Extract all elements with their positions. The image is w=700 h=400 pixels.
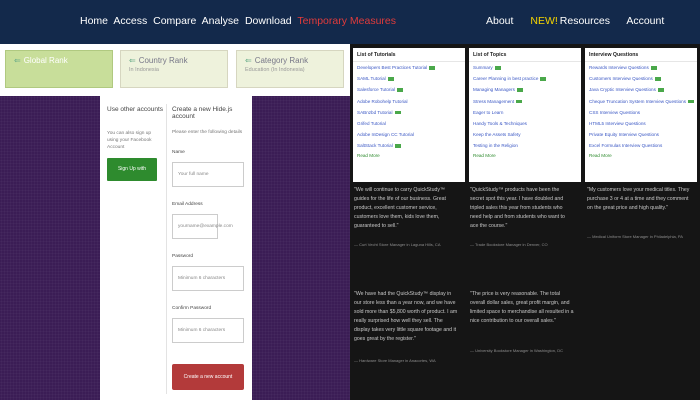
top-nav-bar: Home Access Compare Analyse Download Tem… bbox=[0, 0, 700, 44]
testimonial-quote: "QuickStudy™ products have been the secr… bbox=[470, 187, 565, 229]
testimonial-quote: "We will continue to carry QuickStudy™ g… bbox=[354, 187, 446, 229]
list-item[interactable]: Customers Interview Questions bbox=[585, 73, 697, 84]
new-badge-icon bbox=[397, 88, 404, 92]
name-label: Name bbox=[172, 150, 185, 155]
list-item[interactable]: Java Cryptic Interview Questions bbox=[585, 84, 697, 95]
list-title: Interview Questions bbox=[585, 48, 697, 62]
new-badge-icon bbox=[657, 88, 664, 92]
rank-subtitle: Education (In Indonesia) bbox=[245, 67, 305, 73]
list-item[interactable]: Summary bbox=[469, 62, 581, 73]
new-badge-icon bbox=[516, 99, 523, 104]
new-badge: NEW! bbox=[530, 15, 558, 27]
new-badge-icon bbox=[394, 144, 401, 148]
list-item[interactable]: Testing in the Religion bbox=[469, 140, 581, 151]
list-item[interactable]: Private Equity Interview Questions bbox=[585, 129, 697, 140]
list-item[interactable]: SAML Tutorial bbox=[353, 73, 465, 84]
arrow-icon: ⇐ bbox=[245, 56, 252, 65]
nav-account-link[interactable]: Account bbox=[626, 15, 664, 27]
list-item[interactable]: Adobe Robohelp Tutorial bbox=[353, 96, 465, 107]
password-field[interactable]: Minimum 6 characters bbox=[172, 266, 244, 291]
new-badge-icon bbox=[650, 66, 657, 70]
confirm-password-label: Confirm Password bbox=[172, 306, 212, 311]
list-item[interactable]: Stress Management bbox=[469, 96, 581, 107]
nav-temporary-measures-link[interactable]: Temporary Measures bbox=[297, 15, 396, 27]
testimonial-attribution: — Trade Bookstore Manager in Denver, CO bbox=[470, 242, 548, 247]
list-item[interactable]: Rewards Interview Questions bbox=[585, 62, 697, 73]
list-item[interactable]: SABnzbd Tutorial bbox=[353, 107, 465, 118]
create-account-description: Please enter the following details bbox=[172, 130, 243, 135]
rank-subtitle: In Indonesia bbox=[129, 67, 159, 73]
category-rank-tab[interactable]: ⇐ Category Rank Education (In Indonesia) bbox=[236, 50, 344, 88]
topics-list: List of Topics Summary Career Planning i… bbox=[469, 48, 581, 182]
tutorials-list: List of Tutorials Developers Best Practi… bbox=[353, 48, 465, 182]
testimonial-attribution: — Curt Vecht Store Manager in Laguna Hil… bbox=[354, 242, 441, 247]
other-accounts-heading: Use other accounts bbox=[107, 106, 164, 113]
list-item[interactable]: Grifed Tutorial bbox=[353, 118, 465, 129]
nav-access-link[interactable]: Access bbox=[113, 15, 147, 27]
list-item[interactable]: Career Planning in best practice bbox=[469, 73, 581, 84]
email-field[interactable]: yourname@example.com bbox=[172, 214, 233, 239]
arrow-icon: ⇐ bbox=[129, 56, 136, 65]
country-rank-tab[interactable]: ⇐ Country Rank In Indonesia bbox=[120, 50, 228, 88]
panel-divider bbox=[166, 104, 167, 394]
testimonial-quote: "We have had the QuickStudy™ display in … bbox=[354, 291, 458, 342]
nav-home-link[interactable]: Home bbox=[80, 15, 108, 27]
testimonial-quote: "My customers love your medical titles. … bbox=[587, 187, 690, 211]
list-item[interactable]: Cheque Truncation System Interview Quest… bbox=[585, 96, 697, 107]
list-item[interactable]: SaltStack Tutorial bbox=[353, 140, 465, 151]
new-badge-icon bbox=[516, 88, 523, 92]
nav-download-link[interactable]: Download bbox=[245, 15, 292, 27]
list-item[interactable]: Adobe InDesign CC Tutorial bbox=[353, 129, 465, 140]
create-account-button[interactable]: Create a new account bbox=[172, 364, 244, 390]
list-item[interactable]: Developers Best Practices Tutorial bbox=[353, 62, 465, 73]
main-nav: Home Access Compare Analyse Download Tem… bbox=[80, 15, 399, 27]
list-item[interactable]: Excel Formulas Interview Questions bbox=[585, 140, 697, 151]
list-title: List of Topics bbox=[469, 48, 581, 62]
global-rank-tab[interactable]: ⇐ Global Rank bbox=[5, 50, 113, 88]
rank-title: Country Rank bbox=[138, 56, 188, 65]
purple-background-left bbox=[0, 96, 100, 400]
new-badge-icon bbox=[429, 66, 436, 70]
nav-resources-link[interactable]: Resources bbox=[560, 15, 610, 27]
nav-compare-link[interactable]: Compare bbox=[153, 15, 196, 27]
list-item[interactable]: Managing Managers bbox=[469, 84, 581, 95]
create-account-heading: Create a new Hide.js account bbox=[172, 106, 233, 120]
new-badge-icon bbox=[494, 66, 501, 70]
list-item[interactable]: HTML5 Interview Questions bbox=[585, 118, 697, 129]
signup-panel: Use other accounts You can also sign up … bbox=[100, 96, 252, 400]
facebook-signup-button[interactable]: Sign Up with Facebook bbox=[107, 158, 157, 195]
list-item[interactable]: Handy Tools & Techniques bbox=[469, 118, 581, 129]
new-badge-icon bbox=[540, 77, 547, 81]
password-label: Password bbox=[172, 254, 194, 259]
testimonial-quote: "The price is very reasonable. The total… bbox=[470, 291, 574, 324]
testimonial-attribution: — Hardware Store Manager in Anacortes, W… bbox=[354, 358, 436, 363]
secondary-nav: About NEW! Resources Account bbox=[486, 15, 678, 27]
other-accounts-description: You can also sign up using your Facebook… bbox=[107, 131, 152, 150]
nav-analyse-link[interactable]: Analyse bbox=[202, 15, 239, 27]
list-item[interactable]: Salesforce Tutorial bbox=[353, 84, 465, 95]
new-badge-icon bbox=[688, 99, 695, 104]
new-badge-icon bbox=[654, 77, 661, 81]
name-field[interactable]: Your full name bbox=[172, 162, 244, 187]
email-label: Email Address bbox=[172, 202, 203, 207]
testimonial-attribution: — University Bookstore Manager in Washin… bbox=[470, 348, 563, 353]
arrow-icon: ⇐ bbox=[14, 56, 21, 65]
read-more-link[interactable]: Read More bbox=[585, 152, 697, 159]
rank-title: Category Rank bbox=[254, 56, 309, 65]
list-title: List of Tutorials bbox=[353, 48, 465, 62]
nav-about-link[interactable]: About bbox=[486, 15, 513, 27]
resources-section: List of Tutorials Developers Best Practi… bbox=[350, 44, 700, 400]
rank-title: Global Rank bbox=[23, 56, 68, 65]
read-more-link[interactable]: Read More bbox=[353, 152, 465, 159]
list-item[interactable]: Keep the Assets Safety bbox=[469, 129, 581, 140]
new-badge-icon bbox=[387, 77, 394, 81]
interview-questions-list: Interview Questions Rewards Interview Qu… bbox=[585, 48, 697, 182]
read-more-link[interactable]: Read More bbox=[469, 152, 581, 159]
confirm-password-field[interactable]: Minimum 6 characters bbox=[172, 318, 244, 343]
testimonial-attribution: — Medical Uniform Store Manager in Phila… bbox=[587, 234, 683, 239]
purple-background-right bbox=[252, 96, 350, 400]
new-badge-icon bbox=[394, 110, 401, 115]
list-item[interactable]: Eager to Learn bbox=[469, 107, 581, 118]
list-item[interactable]: CSS Interview Questions bbox=[585, 107, 697, 118]
